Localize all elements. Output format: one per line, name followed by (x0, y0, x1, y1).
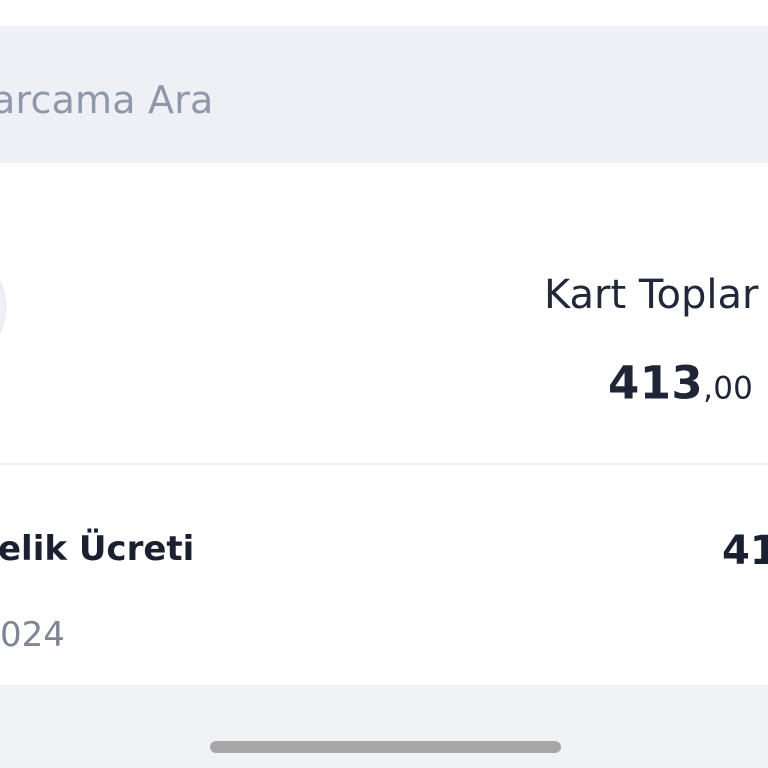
card-total-amount-fraction: ,00 (703, 370, 754, 407)
card-total-summary: Kart Toplar 413,00 (0, 163, 768, 463)
transaction-title: elik Ücreti (0, 529, 195, 569)
card-total-amount: 413,00 (608, 357, 753, 410)
card-total-label: Kart Toplar (544, 272, 759, 318)
transaction-row[interactable]: elik Ücreti 41 024 (0, 465, 768, 685)
transaction-amount: 41 (722, 528, 768, 574)
home-indicator (210, 741, 561, 753)
top-strip (0, 0, 768, 26)
search-placeholder-text: arcama Ara (0, 78, 214, 122)
transaction-date: 024 (0, 615, 65, 655)
search-bar[interactable]: arcama Ara (0, 26, 768, 163)
card-avatar (0, 265, 6, 349)
card-total-amount-integer: 413 (608, 356, 704, 410)
